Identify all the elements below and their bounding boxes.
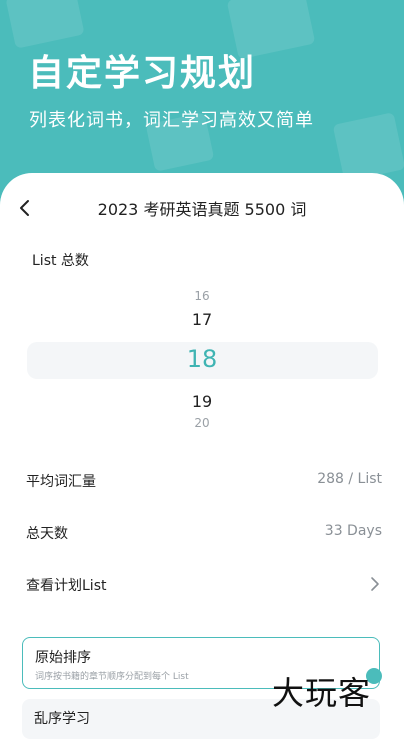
original-order-title: 原始排序 bbox=[35, 650, 91, 666]
avg-vocab-row: 平均词汇量 288 / List bbox=[26, 467, 382, 495]
picker-option[interactable]: 17 bbox=[0, 310, 404, 329]
chevron-right-icon bbox=[371, 577, 379, 591]
watermark: 大玩客 bbox=[272, 674, 372, 712]
view-plan-row[interactable]: 查看计划List bbox=[26, 571, 382, 599]
hero-subtitle: 列表化词书，词汇学习高效又简单 bbox=[29, 110, 314, 131]
total-days-label: 总天数 bbox=[26, 526, 68, 542]
total-days-value: 33 Days bbox=[324, 523, 382, 539]
original-order-description: 词序按书籍的章节顺序分配到每个 List bbox=[35, 672, 189, 682]
picker-option[interactable]: 16 bbox=[0, 289, 404, 303]
page-title: 2023 考研英语真题 5500 词 bbox=[97, 200, 307, 219]
picker-option[interactable]: 19 bbox=[0, 392, 404, 411]
random-order-title: 乱序学习 bbox=[34, 711, 90, 727]
list-total-label: List 总数 bbox=[32, 253, 89, 269]
avg-vocab-value: 288 / List bbox=[317, 471, 382, 487]
hero-decoration bbox=[5, 0, 85, 49]
hero-title: 自定学习规划 bbox=[28, 53, 257, 94]
picker-option[interactable]: 20 bbox=[0, 416, 404, 430]
avg-vocab-label: 平均词汇量 bbox=[26, 474, 96, 490]
view-plan-label: 查看计划List bbox=[26, 578, 107, 594]
hero-decoration bbox=[332, 112, 404, 182]
total-days-row: 总天数 33 Days bbox=[26, 519, 382, 547]
picker-selected-option[interactable]: 18 bbox=[0, 345, 404, 373]
